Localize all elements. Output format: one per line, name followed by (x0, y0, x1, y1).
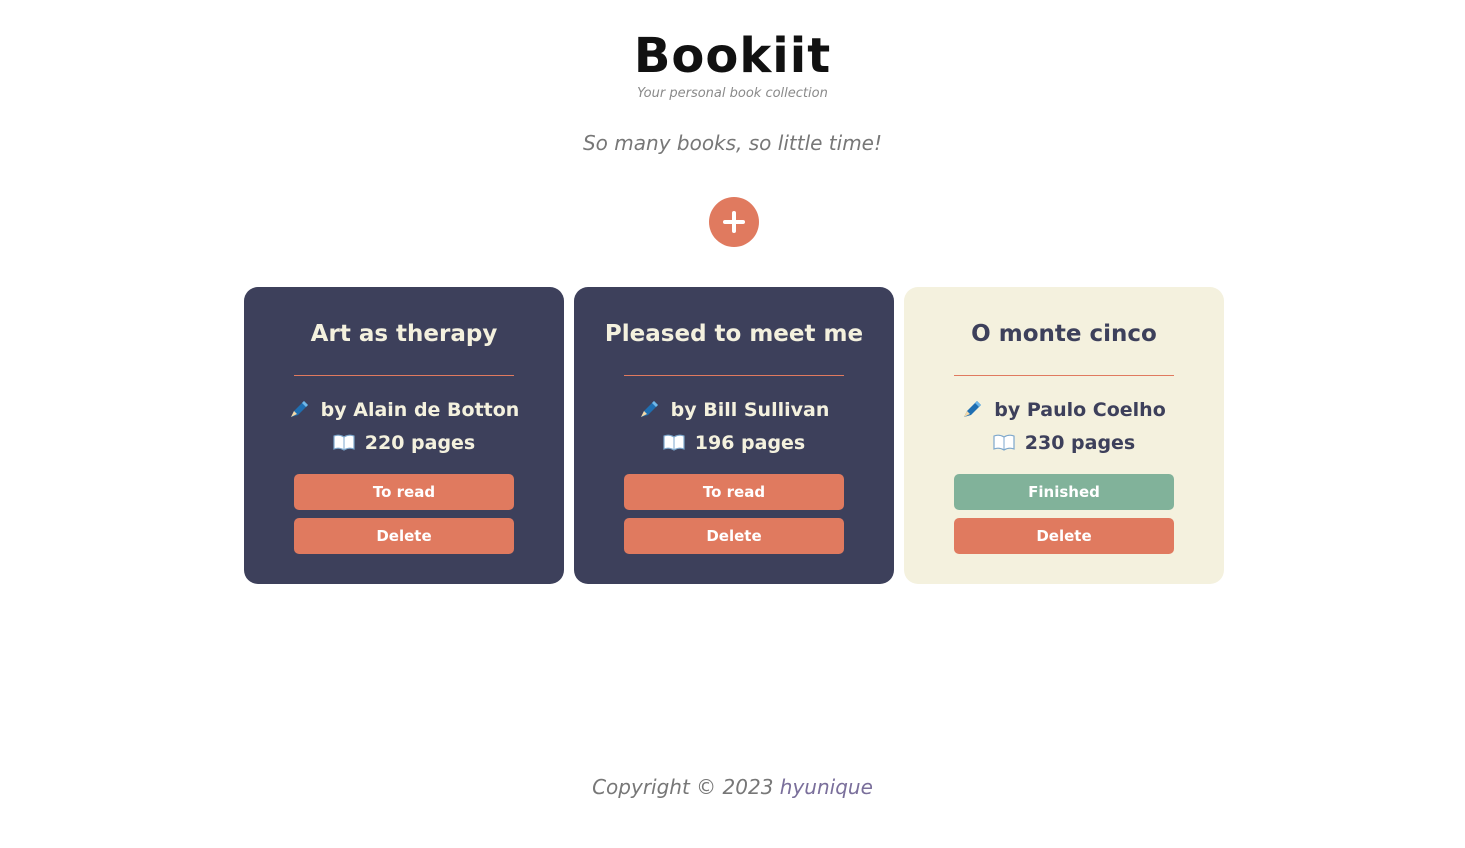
app-subtitle: Your personal book collection (637, 86, 828, 101)
pen-icon (640, 401, 658, 417)
book-author: by Bill Sullivan (670, 399, 830, 421)
pen-icon (964, 401, 982, 417)
open-book-icon (333, 434, 355, 451)
book-card: Art as therapy by Alain de Botton 220 pa… (244, 287, 564, 584)
divider (954, 375, 1174, 376)
page: Bookiit Your personal book collection So… (0, 0, 1465, 848)
status-toggle-button[interactable]: Finished (954, 474, 1174, 510)
app-title: Bookiit (633, 28, 832, 84)
book-author: by Alain de Botton (320, 399, 520, 421)
divider (624, 375, 844, 376)
open-book-icon (993, 434, 1015, 451)
book-title: O monte cinco (971, 321, 1157, 347)
book-pages: 196 pages (694, 432, 806, 454)
delete-button[interactable]: Delete (294, 518, 514, 554)
status-toggle-button[interactable]: To read (624, 474, 844, 510)
book-pages: 220 pages (364, 432, 476, 454)
open-book-icon (663, 434, 685, 451)
author-link[interactable]: hyunique (780, 775, 873, 799)
delete-button[interactable]: Delete (954, 518, 1174, 554)
tagline: So many books, so little time! (582, 131, 882, 155)
book-title: Art as therapy (310, 321, 498, 347)
book-title: Pleased to meet me (604, 321, 864, 347)
footer: Copyright © 2023 hyunique (0, 774, 1465, 800)
add-book-button[interactable] (709, 197, 759, 247)
divider (294, 375, 514, 376)
delete-button[interactable]: Delete (624, 518, 844, 554)
book-list: Art as therapy by Alain de Botton 220 pa… (244, 287, 1224, 584)
book-card: O monte cinco by Paulo Coelho 230 pages … (904, 287, 1224, 584)
status-toggle-button[interactable]: To read (294, 474, 514, 510)
book-author: by Paulo Coelho (994, 399, 1166, 421)
pen-icon (290, 401, 308, 417)
book-card: Pleased to meet me by Bill Sullivan 196 … (574, 287, 894, 584)
book-pages: 230 pages (1024, 432, 1136, 454)
copyright-text: Copyright © 2023 (592, 775, 774, 799)
